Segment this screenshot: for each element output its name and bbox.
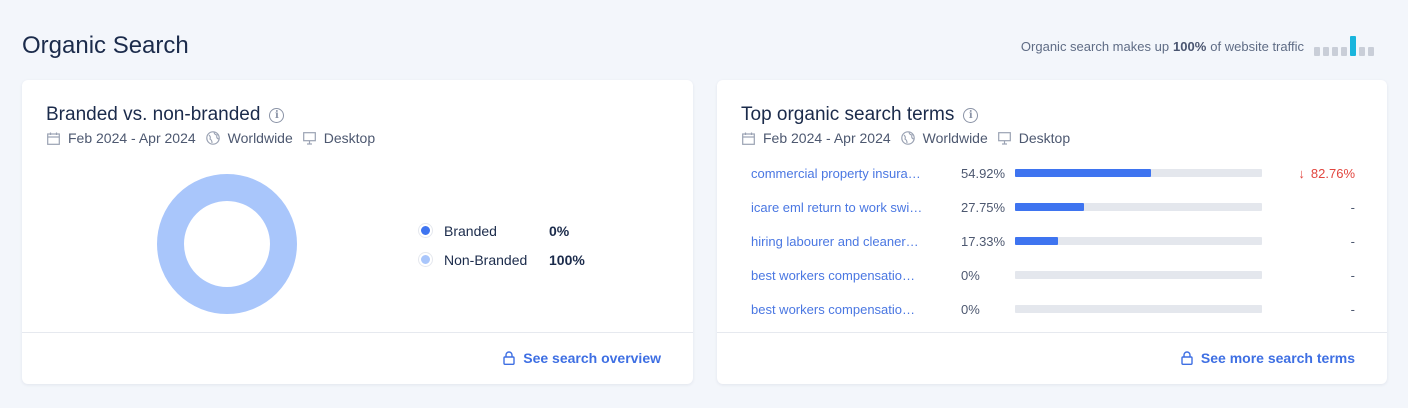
search-term-share-bar xyxy=(1015,305,1262,313)
traffic-share-summary: Organic search makes up 100% of website … xyxy=(1021,36,1374,56)
search-term-share: 27.75% xyxy=(961,199,1006,215)
legend-dot-icon xyxy=(419,224,432,237)
page-title: Organic Search xyxy=(22,32,189,59)
region: Worldwide xyxy=(227,130,293,146)
traffic-mini-bar xyxy=(1332,47,1338,56)
search-term-share-bar xyxy=(1015,271,1262,279)
lock-icon xyxy=(503,351,515,365)
search-term-link[interactable]: best workers compensatio… xyxy=(751,268,933,283)
search-term-change-value: - xyxy=(1350,199,1355,215)
device: Desktop xyxy=(1018,130,1071,146)
search-term-change-value: 82.76% xyxy=(1310,165,1355,181)
see-search-overview-label: See search overview xyxy=(523,350,661,366)
legend-dot-icon xyxy=(419,253,432,266)
traffic-value: 100% xyxy=(1173,38,1207,54)
search-term-change: - xyxy=(1351,268,1355,283)
search-term-share-bar-fill xyxy=(1015,237,1058,245)
traffic-mini-bar xyxy=(1350,36,1356,56)
traffic-mini-bar xyxy=(1323,47,1329,56)
branded-card-title: Branded vs. non-branded i xyxy=(46,104,285,126)
terms-card-title: Top organic search terms i xyxy=(741,104,979,126)
search-term-share: 54.92% xyxy=(961,165,1006,181)
search-term-change: - xyxy=(1351,234,1355,249)
branded-legend: Branded 0% Non-Branded 100% xyxy=(419,216,585,274)
traffic-mini-bar xyxy=(1314,47,1320,56)
branded-card-title-text: Branded vs. non-branded xyxy=(46,104,261,125)
search-term-row: best workers compensatio… 0% - xyxy=(751,292,1355,326)
legend-item: Branded 0% xyxy=(419,216,585,245)
calendar-icon xyxy=(47,132,60,145)
search-term-row: best workers compensatio… 0% - xyxy=(751,258,1355,292)
card-divider xyxy=(22,332,693,333)
traffic-suffix: of website traffic xyxy=(1210,38,1304,54)
lock-icon xyxy=(1181,351,1193,365)
search-term-row: icare eml return to work swi… 27.75% - xyxy=(751,190,1355,224)
search-term-change-value: - xyxy=(1350,267,1355,283)
calendar-icon xyxy=(742,132,755,145)
see-more-search-terms-link[interactable]: See more search terms xyxy=(1181,350,1355,366)
legend-item: Non-Branded 100% xyxy=(419,245,585,274)
legend-label: Branded xyxy=(444,222,497,239)
traffic-mini-bar xyxy=(1368,47,1374,56)
traffic-mini-bar-chart xyxy=(1314,36,1374,56)
branded-donut-chart xyxy=(157,174,297,314)
desktop-icon xyxy=(997,131,1011,145)
search-term-link[interactable]: icare eml return to work swi… xyxy=(751,200,933,215)
search-term-row: hiring labourer and cleaner… 17.33% - xyxy=(751,224,1355,258)
search-term-link[interactable]: commercial property insura… xyxy=(751,166,933,181)
search-term-share-bar xyxy=(1015,203,1262,211)
traffic-mini-bar xyxy=(1341,47,1347,56)
globe-icon xyxy=(205,131,220,145)
search-term-share: 0% xyxy=(961,267,980,283)
card-divider xyxy=(717,332,1387,333)
search-term-link[interactable]: hiring labourer and cleaner… xyxy=(751,234,933,249)
search-term-share-bar-fill xyxy=(1015,169,1151,177)
donut-slice-non-branded[interactable] xyxy=(157,174,297,314)
info-icon[interactable]: i xyxy=(269,107,285,123)
search-term-change-value: - xyxy=(1350,301,1355,317)
search-term-link[interactable]: best workers compensatio… xyxy=(751,302,933,317)
branded-card-meta: Feb 2024 - Apr 2024 Worldwide Desktop xyxy=(47,130,385,146)
search-term-share-bar xyxy=(1015,169,1262,177)
globe-icon xyxy=(900,131,915,145)
traffic-prefix: Organic search makes up xyxy=(1020,38,1170,54)
terms-card-title-text: Top organic search terms xyxy=(741,104,955,125)
desktop-icon xyxy=(302,131,316,145)
search-term-row: commercial property insura… 54.92% ↓ 82.76% xyxy=(751,156,1355,190)
see-search-overview-link[interactable]: See search overview xyxy=(503,350,661,366)
search-term-share-bar-fill xyxy=(1015,203,1084,211)
legend-value: 0% xyxy=(549,222,570,239)
search-terms-list: commercial property insura… 54.92% ↓ 82.76%… xyxy=(751,156,1355,326)
search-term-change-value: - xyxy=(1350,233,1355,249)
traffic-mini-bar xyxy=(1359,47,1365,56)
date-range: Feb 2024 - Apr 2024 xyxy=(68,130,196,146)
see-more-search-terms-label: See more search terms xyxy=(1200,350,1355,366)
region: Worldwide xyxy=(922,130,988,146)
arrow-down-icon: ↓ xyxy=(1298,165,1305,181)
legend-label: Non-Branded xyxy=(444,251,528,268)
search-term-share-bar xyxy=(1015,237,1262,245)
branded-card: Branded vs. non-branded i Feb 2024 - Apr… xyxy=(22,80,693,384)
search-term-change: ↓ 82.76% xyxy=(1298,166,1355,181)
terms-card: Top organic search terms i Feb 2024 - Ap… xyxy=(717,80,1387,384)
search-term-share: 17.33% xyxy=(961,233,1006,249)
terms-card-meta: Feb 2024 - Apr 2024 Worldwide Desktop xyxy=(742,130,1080,146)
legend-value: 100% xyxy=(549,251,585,268)
date-range: Feb 2024 - Apr 2024 xyxy=(763,130,891,146)
search-term-share: 0% xyxy=(961,301,980,317)
search-term-change: - xyxy=(1351,200,1355,215)
info-icon[interactable]: i xyxy=(963,107,979,123)
device: Desktop xyxy=(323,130,376,146)
search-term-change: - xyxy=(1351,302,1355,317)
